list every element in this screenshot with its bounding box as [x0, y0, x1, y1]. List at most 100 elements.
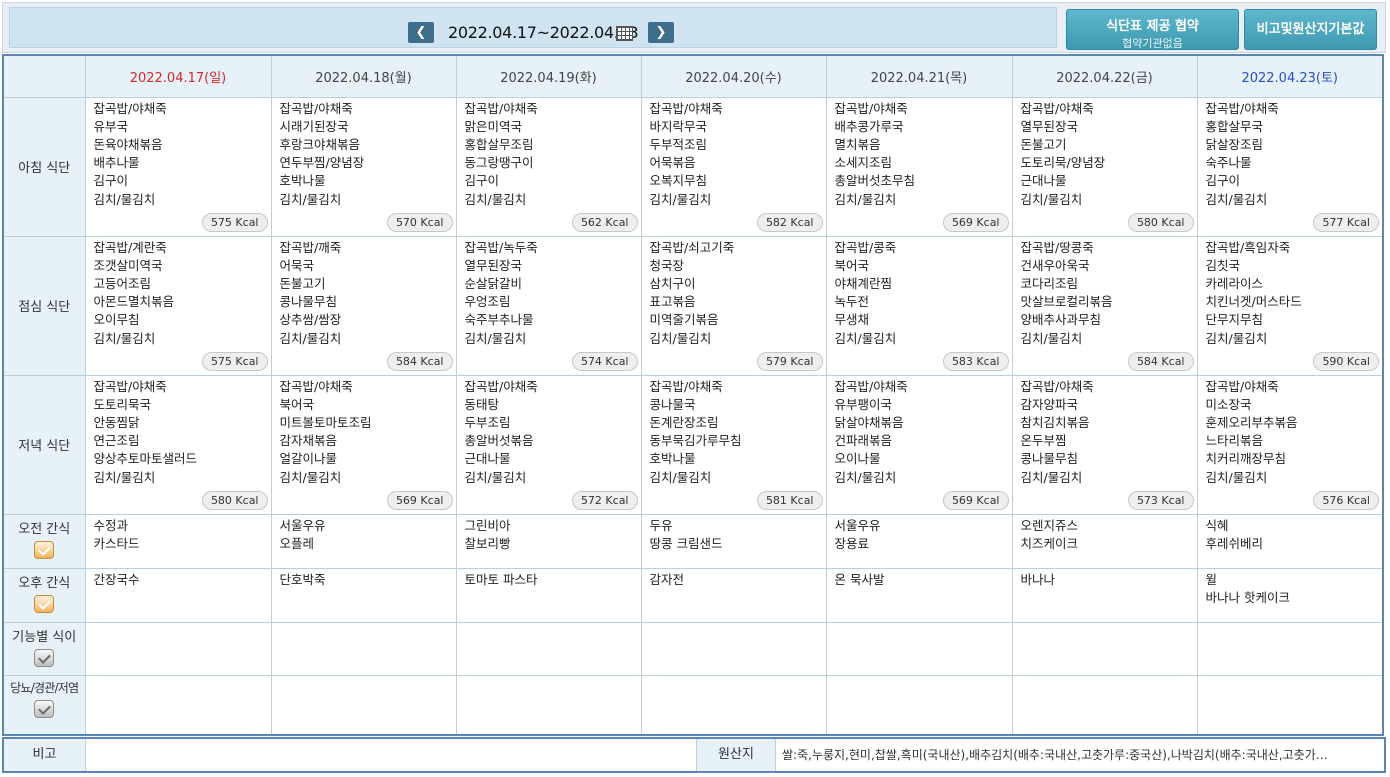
menu-item: 온두부찜: [1020, 433, 1067, 449]
empty-diet-cell[interactable]: [270, 674, 457, 736]
afternoon-snack-checkbox-icon[interactable]: [34, 594, 55, 613]
empty-diet-cell[interactable]: [270, 621, 457, 676]
kcal-badge: 584 Kcal: [386, 351, 453, 371]
empty-diet-cell[interactable]: [84, 621, 272, 676]
kcal-badge: 579 Kcal: [756, 351, 823, 371]
snack_am-cell[interactable]: 서울우유 장용료: [825, 513, 1013, 569]
kcal-badge: 569 Kcal: [942, 490, 1009, 510]
dinner-cell[interactable]: 잡곡밥/야채죽 동태탕 두부조림 총알버섯볶음 근대나물 김치/물김치 572 Kcal: [455, 374, 642, 515]
diabetic-diet-checkbox-icon[interactable]: [34, 699, 55, 718]
menu-item: 홍합살무국: [1205, 118, 1264, 134]
remarks-origin-default-button[interactable]: 비고및원산지기본값: [1244, 9, 1377, 50]
snack-item: 두유: [649, 517, 673, 533]
menu-item: 잡곡밥/깨죽: [279, 239, 342, 255]
morning-snack-checkbox-icon[interactable]: [34, 540, 55, 559]
snack_am-cell[interactable]: 수정과 카스타드: [84, 513, 272, 569]
menu-item: 김치/물김치: [834, 330, 897, 346]
snack_pm-cell[interactable]: 감자전: [640, 567, 827, 623]
menu-item: 카레라이스: [1205, 275, 1264, 291]
empty-diet-cell[interactable]: [1196, 674, 1384, 736]
origin-field[interactable]: 쌀:죽,누룽지,현미,찹쌀,흑미(국내산),배추김치(배추:국내산,고춧가루:중…: [782, 739, 1382, 771]
breakfast-cell[interactable]: 잡곡밥/야채죽 홍합살무국 닭살장조림 숙주나물 김구이 김치/물김치 577 Kcal: [1196, 96, 1384, 237]
prev-week-button[interactable]: ❮: [408, 22, 434, 43]
kcal-badge: 576 Kcal: [1313, 490, 1379, 510]
breakfast-cell[interactable]: 잡곡밥/야채죽 열무된장국 돈불고기 도토리묵/양념장 근대나물 김치/물김치 580 Kc…: [1011, 96, 1198, 237]
dinner-cell[interactable]: 잡곡밥/야채죽 감자양파국 참치김치볶음 온두부찜 콩나물무침 김치/물김치 573 Kca…: [1011, 374, 1198, 515]
empty-diet-cell[interactable]: [640, 674, 827, 736]
menu-item: 잡곡밥/야채죽: [1205, 100, 1279, 116]
menu-item: 잡곡밥/야채죽: [464, 100, 538, 116]
lunch-cell[interactable]: 잡곡밥/계란죽 조갯살미역국 고등어조림 아몬드멸치볶음 오이무침 김치/물김치 575 K…: [84, 235, 272, 376]
kcal-badge: 590 Kcal: [1313, 351, 1379, 371]
dinner-cell[interactable]: 잡곡밥/야채죽 콩나물국 돈계란장조림 동부묵김가루무침 호박나물 김치/물김치 581 K…: [640, 374, 827, 515]
day-header: 2022.04.17(일): [84, 54, 272, 98]
empty-diet-cell[interactable]: [1011, 621, 1198, 676]
menu-item: 야채계란찜: [834, 275, 893, 291]
menu-item: 도토리묵/양념장: [1020, 155, 1106, 171]
menu-item: 김치/물김치: [1020, 330, 1083, 346]
breakfast-cell[interactable]: 잡곡밥/야채죽 유부국 돈육야채볶음 배추나물 김구이 김치/물김치 575 Kcal: [84, 96, 272, 237]
empty-diet-cell[interactable]: [825, 621, 1013, 676]
menu-item: 잡곡밥/야채죽: [834, 100, 908, 116]
menu-item: 김구이: [464, 173, 500, 189]
breakfast-cell[interactable]: 잡곡밥/야채죽 바지락무국 두부적조림 어묵볶음 오복지무침 김치/물김치 582 Kcal: [640, 96, 827, 237]
snack_pm-cell[interactable]: 온 묵사발: [825, 567, 1013, 623]
menu-item: 양배추사과무침: [1020, 312, 1102, 328]
functional-diet-label: 기능별 식이: [12, 629, 77, 645]
snack_pm-cell[interactable]: 토마토 파스타: [455, 567, 642, 623]
dinner-cell[interactable]: 잡곡밥/야채죽 도토리묵국 안동찜닭 연근조림 양상추토마토샐러드 김치/물김치 580 K…: [84, 374, 272, 515]
menu-item: 잡곡밥/땅콩죽: [1020, 239, 1094, 255]
breakfast-cell[interactable]: 잡곡밥/야채죽 배추콩가루국 멸치볶음 소세지조림 총알버섯초무침 김치/물김치 569 K…: [825, 96, 1013, 237]
menu-item: 잡곡밥/야채죽: [279, 100, 353, 116]
breakfast-cell[interactable]: 잡곡밥/야채죽 시래기된장국 후랑크야채볶음 연두부찜/양념장 호박나물 김치/물김치 57…: [270, 96, 457, 237]
snack_am-cell[interactable]: 오렌지쥬스 치즈케이크: [1011, 513, 1198, 569]
lunch-cell[interactable]: 잡곡밥/땅콩죽 건새우아욱국 코다리조림 맛살브로컬리볶음 양배추사과무침 김치/물김치 5…: [1011, 235, 1198, 376]
empty-diet-cell[interactable]: [825, 674, 1013, 736]
menu-item: 오복지무침: [649, 173, 708, 189]
menu-item: 멸치볶음: [834, 136, 881, 152]
lunch-cell[interactable]: 잡곡밥/쇠고기죽 청국장 삼치구이 표고볶음 미역줄기볶음 김치/물김치 579 Kcal: [640, 235, 827, 376]
menu-item: 순살닭갈비: [464, 275, 523, 291]
menu-item: 유부국: [93, 118, 129, 134]
menu-item: 호박나물: [649, 451, 696, 467]
menu-item: 김치/물김치: [279, 330, 342, 346]
lunch-cell[interactable]: 잡곡밥/콩죽 북어국 야채계란찜 녹두전 무생채 김치/물김치 583 Kcal: [825, 235, 1013, 376]
snack_am-cell[interactable]: 서울우유 오플레: [270, 513, 457, 569]
snack-item: 후레쉬베리: [1205, 535, 1264, 551]
next-week-button[interactable]: ❯: [648, 22, 674, 43]
snack_am-cell[interactable]: 그린비아 찰보리빵: [455, 513, 642, 569]
menu-item: 맛살브로컬리볶음: [1020, 294, 1113, 310]
empty-diet-cell[interactable]: [455, 674, 642, 736]
snack_pm-cell[interactable]: 바나나: [1011, 567, 1198, 623]
snack_pm-cell[interactable]: 단호박죽: [270, 567, 457, 623]
snack-item: 윌: [1205, 571, 1218, 587]
breakfast-cell[interactable]: 잡곡밥/야채죽 맑은미역국 홍합살무조림 동그랑땡구이 김구이 김치/물김치 562 Kca…: [455, 96, 642, 237]
empty-diet-cell[interactable]: [84, 674, 272, 736]
empty-diet-cell[interactable]: [1196, 621, 1384, 676]
functional-diet-checkbox-icon[interactable]: [34, 648, 55, 667]
menu-agreement-button[interactable]: 식단표 제공 협약 협약기관없음: [1066, 9, 1239, 50]
empty-diet-cell[interactable]: [1011, 674, 1198, 736]
lunch-cell[interactable]: 잡곡밥/녹두죽 열무된장국 순살닭갈비 우엉조림 숙주부추나물 김치/물김치 574 Kca…: [455, 235, 642, 376]
lunch-cell[interactable]: 잡곡밥/깨죽 어묵국 돈불고기 콩나물무침 상추쌈/쌈장 김치/물김치 584 Kcal: [270, 235, 457, 376]
calendar-icon[interactable]: [616, 26, 633, 41]
chevron-left-icon: ❮: [415, 25, 427, 40]
empty-diet-cell[interactable]: [455, 621, 642, 676]
menu-item: 잡곡밥/야채죽: [649, 100, 723, 116]
dinner-cell[interactable]: 잡곡밥/야채죽 유부팽이국 닭살야채볶음 건파래볶음 오이나물 김치/물김치 569 Kca…: [825, 374, 1013, 515]
snack_am-cell[interactable]: 두유 땅콩 크림샌드: [640, 513, 827, 569]
dinner-cell[interactable]: 잡곡밥/야채죽 북어국 미트볼토마토조림 감자채볶음 얼갈이나물 김치/물김치 569 Kc…: [270, 374, 457, 515]
agreement-title: 식단표 제공 협약: [1106, 19, 1199, 34]
remarks-field[interactable]: [86, 739, 696, 771]
menu-item: 연근조림: [93, 433, 140, 449]
lunch-cell[interactable]: 잡곡밥/흑임자죽 김칫국 카레라이스 치킨너겟/머스타드 단무지무침 김치/물김치 590 …: [1196, 235, 1384, 376]
snack_am-cell[interactable]: 식혜 후레쉬베리: [1196, 513, 1384, 569]
snack_pm-cell[interactable]: 간장국수: [84, 567, 272, 623]
snack-item: 온 묵사발: [834, 571, 885, 587]
dinner-cell[interactable]: 잡곡밥/야채죽 미소장국 훈제오리부추볶음 느타리볶음 치커리깨장무침 김치/물김치 576…: [1196, 374, 1384, 515]
empty-diet-cell[interactable]: [640, 621, 827, 676]
menu-item: 총알버섯초무침: [834, 173, 916, 189]
menu-item: 동태탕: [464, 396, 500, 412]
functional-diet-header: 기능별 식이: [2, 621, 86, 676]
snack_pm-cell[interactable]: 윌 바나나 핫케이크: [1196, 567, 1384, 623]
